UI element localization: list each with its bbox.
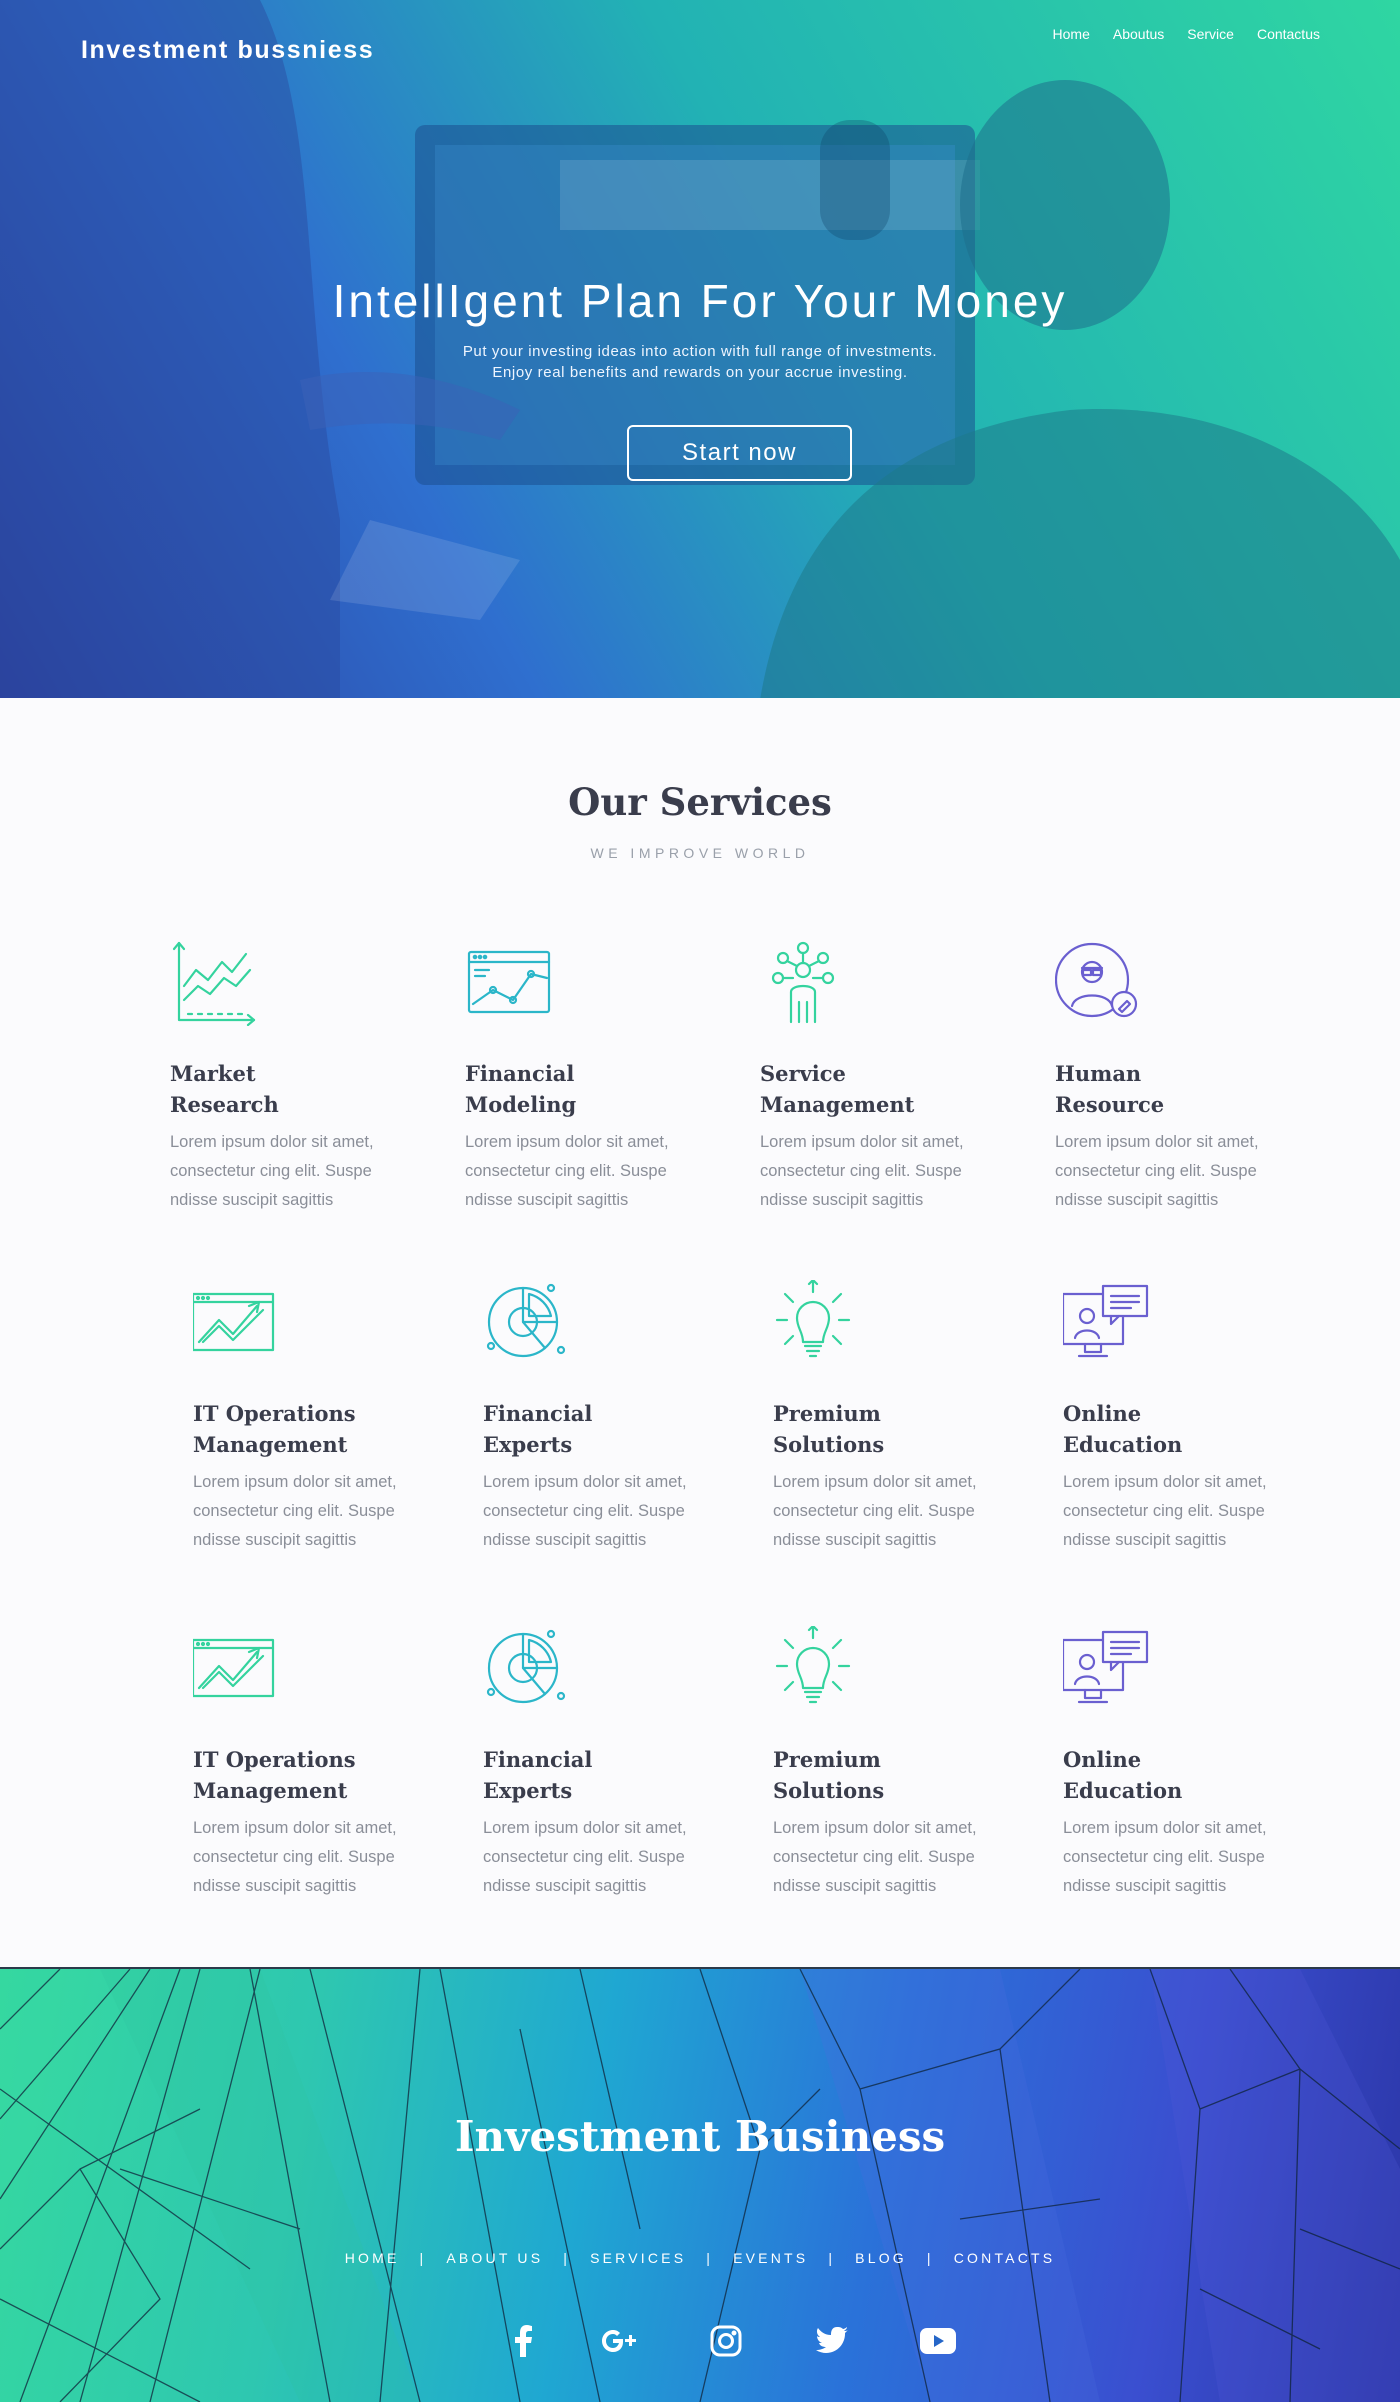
card-title-l2: Management xyxy=(760,1092,915,1117)
card-title-l2: Modeling xyxy=(465,1092,577,1117)
card-description: Lorem ipsum dolor sit amet, consectetur … xyxy=(1063,1473,1267,1549)
pie-chart-icon xyxy=(486,1629,566,1704)
card-description: Lorem ipsum dolor sit amet, consectetur … xyxy=(773,1473,977,1549)
card-title-l1: Financial xyxy=(465,1061,575,1086)
footer-nav-separator: | xyxy=(706,2250,714,2266)
browser-line-chart-icon xyxy=(467,950,551,1014)
pie-chart-icon xyxy=(486,1283,566,1358)
twitter-icon[interactable] xyxy=(812,2321,852,2361)
facebook-icon[interactable] xyxy=(504,2321,544,2361)
footer-nav-blog[interactable]: BLOG xyxy=(855,2250,907,2266)
window-trend-icon xyxy=(193,1292,275,1352)
card-description: Lorem ipsum dolor sit amet, consectetur … xyxy=(760,1133,964,1209)
service-card-it-operations: IT Operations Management Lorem ipsum dolo… xyxy=(193,1280,443,1549)
monitor-chat-icon xyxy=(1063,1630,1149,1704)
card-description: Lorem ipsum dolor sit amet, consectetur … xyxy=(773,1819,977,1895)
footer-nav-services[interactable]: SERVICES xyxy=(590,2250,686,2266)
card-description: Lorem ipsum dolor sit amet, consectetur … xyxy=(483,1819,687,1895)
service-card-online-education-2: Online Education Lorem ipsum dolor sit am… xyxy=(1063,1626,1313,1895)
card-title-l2: Education xyxy=(1063,1432,1183,1457)
service-card-it-operations-2: IT Operations Management Lorem ipsum dolo… xyxy=(193,1626,443,1895)
lightbulb-icon xyxy=(775,1280,851,1358)
card-description: Lorem ipsum dolor sit amet, consectetur … xyxy=(193,1819,397,1895)
instagram-icon[interactable] xyxy=(706,2321,746,2361)
service-card-financial-experts-2: Financial Experts Lorem ipsum dolor sit a… xyxy=(483,1626,733,1895)
service-card-financial-experts: Financial Experts Lorem ipsum dolor sit a… xyxy=(483,1280,733,1549)
footer-nav: HOME | ABOUT US | SERVICES | EVENTS | BL… xyxy=(0,2250,1400,2266)
card-title-l1: Market xyxy=(170,1061,256,1086)
services-title: Our Services xyxy=(568,780,832,824)
services-subtitle: WE IMPROVE WORLD xyxy=(590,845,810,861)
brand-logo-text[interactable]: Investment bussniess xyxy=(81,36,374,65)
footer-nav-events[interactable]: EVENTS xyxy=(733,2250,808,2266)
person-edit-icon xyxy=(1055,942,1138,1018)
card-title-l1: IT Operations xyxy=(193,1747,356,1772)
service-card-service-management: Service Management Lorem ipsum dolor sit … xyxy=(760,940,1010,1209)
card-title-l1: IT Operations xyxy=(193,1401,356,1426)
hero-title: IntellIgent Plan For Your Money xyxy=(332,275,1068,327)
card-title-l2: Management xyxy=(193,1778,348,1803)
service-card-online-education: Online Education Lorem ipsum dolor sit am… xyxy=(1063,1280,1313,1549)
card-title-l1: Online xyxy=(1063,1747,1142,1772)
service-card-premium-solutions: Premium Solutions Lorem ipsum dolor sit a… xyxy=(773,1280,1023,1549)
card-description: Lorem ipsum dolor sit amet, consectetur … xyxy=(193,1473,397,1549)
service-card-premium-solutions-2: Premium Solutions Lorem ipsum dolor sit a… xyxy=(773,1626,1023,1895)
card-title-l1: Human xyxy=(1055,1061,1142,1086)
lightbulb-icon xyxy=(775,1626,851,1704)
card-title-l2: Management xyxy=(193,1432,348,1457)
nav-service[interactable]: Service xyxy=(1187,26,1234,42)
footer-nav-about-us[interactable]: ABOUT US xyxy=(446,2250,543,2266)
service-card-human-resource: Human Resource Lorem ipsum dolor sit amet… xyxy=(1055,940,1305,1209)
service-card-market-research: Market Research Lorem ipsum dolor sit ame… xyxy=(170,940,420,1209)
hero-subtitle-line1: Put your investing ideas into action wit… xyxy=(462,343,938,360)
nav-aboutus[interactable]: Aboutus xyxy=(1113,26,1164,42)
service-card-financial-modeling: Financial Modeling Lorem ipsum dolor sit … xyxy=(465,940,715,1209)
footer-nav-separator: | xyxy=(419,2250,427,2266)
nav-home[interactable]: Home xyxy=(1053,26,1090,42)
footer-brand-title: Investment Business xyxy=(454,2112,946,2161)
start-now-button[interactable]: Start now xyxy=(627,425,852,481)
card-title-l1: Online xyxy=(1063,1401,1142,1426)
card-title-l2: Solutions xyxy=(773,1778,885,1803)
footer-nav-separator: | xyxy=(563,2250,571,2266)
network-person-icon xyxy=(771,941,835,1024)
hero-subtitle-line2: Enjoy real benefits and rewards on your … xyxy=(492,364,908,381)
card-title-l2: Solutions xyxy=(773,1432,885,1457)
footer-nav-separator: | xyxy=(926,2250,934,2266)
nav-contactus[interactable]: Contactus xyxy=(1257,26,1320,42)
card-title-l2: Research xyxy=(170,1092,279,1117)
window-trend-icon xyxy=(193,1638,275,1698)
footer-nav-contacts[interactable]: CONTACTS xyxy=(954,2250,1056,2266)
card-title-l1: Premium xyxy=(773,1401,881,1426)
card-title-l2: Experts xyxy=(483,1778,573,1803)
card-description: Lorem ipsum dolor sit amet, consectetur … xyxy=(1063,1819,1267,1895)
card-title-l1: Financial xyxy=(483,1401,593,1426)
youtube-icon[interactable] xyxy=(918,2321,958,2361)
card-title-l1: Service xyxy=(760,1061,846,1086)
footer-nav-home[interactable]: HOME xyxy=(345,2250,400,2266)
card-title-l2: Experts xyxy=(483,1432,573,1457)
card-description: Lorem ipsum dolor sit amet, consectetur … xyxy=(465,1133,669,1209)
monitor-chat-icon xyxy=(1063,1284,1149,1358)
footer-polygon-background xyxy=(0,1969,1400,2402)
card-title-l2: Resource xyxy=(1055,1092,1165,1117)
chart-growth-icon xyxy=(172,941,256,1026)
card-description: Lorem ipsum dolor sit amet, consectetur … xyxy=(170,1133,374,1209)
top-nav: Home Aboutus Service Contactus xyxy=(1053,26,1320,42)
footer: Investment Business HOME | ABOUT US | SE… xyxy=(0,1967,1400,2402)
card-title-l1: Premium xyxy=(773,1747,881,1772)
footer-nav-separator: | xyxy=(828,2250,836,2266)
card-description: Lorem ipsum dolor sit amet, consectetur … xyxy=(1055,1133,1259,1209)
card-title-l2: Education xyxy=(1063,1778,1183,1803)
google-plus-icon[interactable] xyxy=(600,2321,640,2361)
hero-section: Investment bussniess Home Aboutus Servic… xyxy=(0,0,1400,698)
card-title-l1: Financial xyxy=(483,1747,593,1772)
card-description: Lorem ipsum dolor sit amet, consectetur … xyxy=(483,1473,687,1549)
